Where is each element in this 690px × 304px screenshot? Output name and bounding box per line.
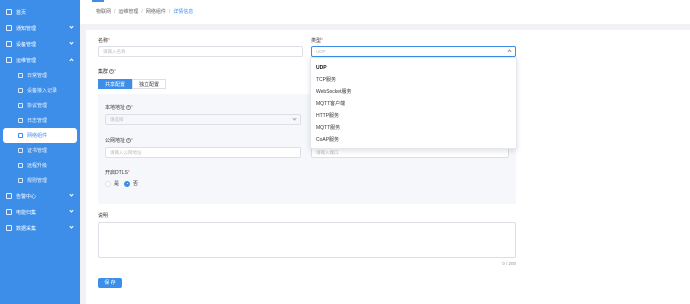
dropdown-option-udp[interactable]: UDP	[311, 62, 516, 74]
dtls-yes-radio[interactable]: 是	[105, 180, 119, 187]
sidebar-item-alarms[interactable]: 告警中心	[0, 188, 80, 204]
sidebar: 首页 通知管理 设备管理 运维管理 日常管理 设备接入记录 协议管理 日志管理 …	[0, 0, 80, 304]
upgrade-icon	[18, 163, 23, 168]
sidebar-subitem-label: 证书管理	[27, 148, 48, 154]
dropdown-option-coap[interactable]: CoAP服务	[311, 134, 516, 146]
radio-circle	[124, 180, 130, 187]
sidebar-item-label: 数据采集	[16, 225, 37, 232]
chevron-up-icon	[69, 58, 74, 63]
name-input[interactable]: 请输入名称	[98, 46, 303, 57]
sidebar-subitem-label: 远程升级	[27, 163, 48, 169]
sidebar-item-energy[interactable]: 电能归集	[0, 204, 80, 220]
breadcrumb-item[interactable]: 网络组件	[146, 9, 166, 15]
calendar-icon	[18, 73, 23, 78]
breadcrumb-item[interactable]: 运维管理	[118, 9, 138, 15]
sidebar-item-devices[interactable]: 设备管理	[0, 36, 80, 52]
chevron-down-icon	[69, 208, 74, 213]
dropdown-option-http[interactable]: HTTP服务	[311, 110, 516, 122]
sidebar-item-label: 首页	[16, 9, 27, 16]
breadcrumb: 物联网 / 运维管理 / 网络组件 / 详情信息	[96, 9, 194, 15]
sidebar-item-label: 运维管理	[16, 57, 37, 64]
sidebar-item-operations[interactable]: 运维管理	[0, 52, 80, 68]
sidebar-subitem-certificates[interactable]: 证书管理	[0, 143, 80, 158]
sidebar-item-notifications[interactable]: 通知管理	[0, 20, 80, 36]
sidebar-subitem-daily[interactable]: 日常管理	[0, 68, 80, 83]
sidebar-subitem-label: 日常管理	[27, 73, 48, 79]
save-button[interactable]: 保 存	[98, 278, 122, 288]
dtls-no-radio[interactable]: 否	[124, 180, 138, 187]
radio-circle	[105, 180, 111, 187]
top-bar: 物联网 / 运维管理 / 网络组件 / 详情信息	[80, 0, 690, 24]
network-icon	[18, 133, 23, 138]
shield-icon	[6, 57, 12, 63]
alarm-icon	[6, 193, 12, 199]
dropdown-option-websocket[interactable]: WebSocket服务	[311, 86, 516, 98]
certificate-icon	[18, 148, 23, 153]
name-label: 名称*	[98, 38, 110, 44]
chevron-down-icon	[69, 40, 74, 45]
dropdown-option-tcp[interactable]: TCP服务	[311, 74, 516, 86]
character-count: 0 / 200	[502, 261, 516, 266]
sidebar-item-label: 通知管理	[16, 25, 37, 32]
radio-label: 是	[114, 181, 120, 187]
description-textarea[interactable]	[98, 222, 516, 258]
sidebar-subitem-label: 日志管理	[27, 118, 48, 124]
type-dropdown: UDP TCP服务 WebSocket服务 MQTT客户端 HTTP服务 MQT…	[310, 57, 517, 149]
log-icon	[18, 118, 23, 123]
dropdown-option-mqtt-server[interactable]: MQTT服务	[311, 122, 516, 134]
cluster-independent-option[interactable]: 独立配置	[132, 79, 167, 89]
chevron-down-icon	[69, 24, 74, 29]
chevron-down-icon	[69, 224, 74, 229]
device-icon	[6, 41, 12, 47]
local-address-select[interactable]: 请选择	[105, 114, 301, 125]
chevron-up-icon	[507, 49, 512, 54]
description-label: 说明	[98, 213, 109, 219]
sidebar-subitem-network[interactable]: 网络组件	[3, 128, 77, 143]
energy-icon	[6, 209, 12, 215]
sidebar-subitem-label: 协议管理	[27, 103, 48, 109]
record-icon	[18, 88, 23, 93]
type-select[interactable]: UDP	[311, 46, 516, 57]
sidebar-subitem-rules[interactable]: 规则管理	[0, 173, 80, 188]
local-address-placeholder: 请选择	[110, 117, 124, 122]
sidebar-item-label: 电能归集	[16, 209, 37, 216]
sidebar-subitem-label: 设备接入记录	[27, 88, 58, 94]
sidebar-subitem-label: 网络组件	[27, 133, 48, 139]
local-address-label: 本地地址? *	[105, 105, 133, 111]
type-select-value: UDP	[316, 49, 326, 54]
database-icon	[6, 225, 12, 231]
chevron-down-icon	[69, 192, 74, 197]
cluster-label: 集群? *	[98, 69, 116, 75]
bell-icon	[6, 25, 12, 31]
home-icon	[6, 9, 12, 15]
sidebar-subitem-protocol[interactable]: 协议管理	[0, 98, 80, 113]
active-tab-indicator	[92, 0, 104, 2]
sidebar-subitem-upgrade[interactable]: 远程升级	[0, 158, 80, 173]
breadcrumb-current: 详情信息	[173, 9, 194, 15]
cluster-shared-option[interactable]: 共享配置	[98, 79, 133, 89]
sidebar-item-label: 设备管理	[16, 41, 37, 48]
chevron-down-icon	[292, 116, 297, 121]
sidebar-item-home[interactable]: 首页	[0, 4, 80, 20]
public-address-label: 公网地址? *	[105, 138, 133, 144]
sidebar-subitem-access-log[interactable]: 设备接入记录	[0, 83, 80, 98]
dtls-label: 开启DTLS*	[105, 170, 130, 176]
sidebar-item-data-collection[interactable]: 数据采集	[0, 220, 80, 236]
public-address-input[interactable]: 请输入公网地址	[105, 147, 301, 158]
breadcrumb-item[interactable]: 物联网	[96, 9, 111, 15]
dropdown-option-mqtt-client[interactable]: MQTT客户端	[311, 98, 516, 110]
rules-icon	[18, 178, 23, 183]
protocol-icon	[18, 103, 23, 108]
cluster-segmented: 共享配置 独立配置	[98, 79, 167, 89]
sidebar-subitem-label: 规则管理	[27, 178, 48, 184]
radio-label: 否	[133, 181, 139, 187]
type-label: 类型*	[311, 38, 323, 44]
sidebar-item-label: 告警中心	[16, 193, 37, 200]
sidebar-subitem-logs[interactable]: 日志管理	[0, 113, 80, 128]
